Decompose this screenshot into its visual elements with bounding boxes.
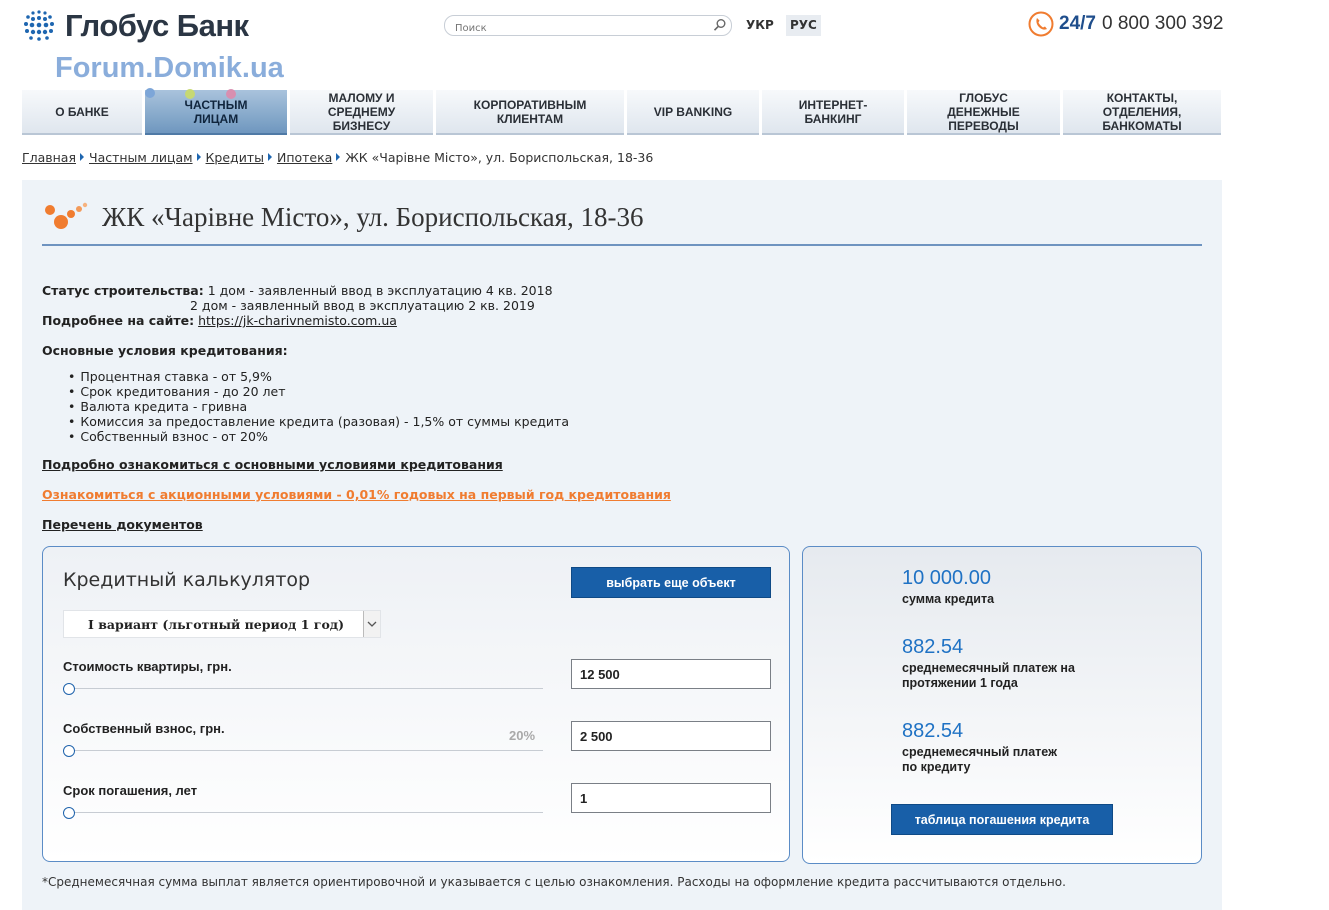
- variant-select[interactable]: I вариант (льготный период 1 год): [63, 610, 381, 638]
- status-line-1: 1 дом - заявленный ввод в эксплуатацию 4…: [207, 283, 553, 298]
- nav-item-7[interactable]: ГЛОБУС ДЕНЕЖНЫЕ ПЕРЕВОДЫ: [907, 90, 1060, 135]
- loan-amount-value: 10 000.00: [902, 567, 991, 589]
- repayment-table-button[interactable]: таблица погашения кредита: [891, 804, 1113, 835]
- promo-link[interactable]: Ознакомиться с акционными условиями - 0,…: [42, 487, 671, 502]
- status-label: Статус строительства:: [42, 283, 204, 298]
- breadcrumb: Главная Частным лицам Кредиты Ипотека ЖК «Ча…: [22, 150, 653, 165]
- nav-item-6[interactable]: ИНТЕРНЕТ-БАНКИНГ: [762, 90, 904, 135]
- condition-item: Комиссия за предоставление кредита (разо…: [68, 414, 569, 429]
- watermark: Forum.Domik.ua: [55, 52, 284, 84]
- nav-dot-green: [185, 89, 195, 99]
- price-slider-track[interactable]: [69, 688, 543, 689]
- monthly-payment-label-1: среднемесячный платеж: [902, 745, 1057, 759]
- site-link[interactable]: https://jk-charivnemisto.com.ua: [198, 313, 397, 328]
- page-title: ЖК «Чарівне Місто», ул. Бориспольская, 1…: [102, 201, 644, 232]
- monthly-first-year-value: 882.54: [902, 636, 964, 658]
- breadcrumb-private[interactable]: Частным лицам: [89, 150, 193, 165]
- monthly-first-year-label-1: среднемесячный платеж на: [902, 661, 1075, 675]
- main-nav: О БАНКЕ ЧАСТНЫМ ЛИЦАМ МАЛОМУ И СРЕДНЕМУ БИ…: [22, 90, 1222, 135]
- conditions-details-link[interactable]: Подробно ознакомиться с основными услови…: [42, 457, 503, 472]
- breadcrumb-credits[interactable]: Кредиты: [206, 150, 264, 165]
- status-line-2: 2 дом - заявленный ввод в эксплуатацию 2…: [190, 298, 535, 313]
- site-row: Подробнее на сайте: https://jk-charivnem…: [42, 313, 397, 328]
- nav-item-1[interactable]: О БАНКЕ: [22, 90, 142, 135]
- condition-item: Процентная ставка - от 5,9%: [68, 369, 569, 384]
- footnote: *Среднемесячная сумма выплат является ор…: [42, 875, 1066, 889]
- calculator-title: Кредитный калькулятор: [63, 569, 311, 591]
- bank-logo[interactable]: Глобус Банк: [21, 8, 249, 44]
- chevron-down-icon[interactable]: [363, 611, 380, 637]
- title-row: ЖК «Чарівне Місто», ул. Бориспольская, 1…: [42, 200, 644, 234]
- price-label: Стоимость квартиры, грн.: [63, 659, 232, 674]
- term-label: Срок погашения, лет: [63, 783, 198, 798]
- loan-amount-label: сумма кредита: [902, 592, 995, 606]
- monthly-first-year-label-2: протяжении 1 года: [902, 676, 1018, 690]
- monthly-payment-label-2: по кредиту: [902, 760, 971, 774]
- down-payment-input[interactable]: [571, 721, 771, 751]
- site-label: Подробнее на сайте:: [42, 313, 195, 328]
- breadcrumb-mortgage[interactable]: Ипотека: [277, 150, 332, 165]
- condition-item: Срок кредитования - до 20 лет: [68, 384, 569, 399]
- condition-item: Валюта кредита - гривна: [68, 399, 569, 414]
- condition-item: Собственный взнос - от 20%: [68, 429, 569, 444]
- hotline[interactable]: 24/7 0 800 300 392: [1028, 11, 1224, 37]
- nav-dot-pink: [226, 89, 236, 99]
- down-payment-slider-track[interactable]: [69, 750, 543, 751]
- term-slider-handle[interactable]: [63, 807, 75, 819]
- documents-link[interactable]: Перечень документов: [42, 517, 203, 532]
- nav-dot-blue: [145, 88, 155, 98]
- orange-dots-icon: [45, 202, 88, 229]
- term-slider-track[interactable]: [69, 812, 543, 813]
- credit-calculator: Кредитный калькулятор выбрать еще объект…: [42, 546, 790, 862]
- price-input[interactable]: [571, 659, 771, 689]
- breadcrumb-arrow-icon: [80, 153, 84, 161]
- choose-object-button[interactable]: выбрать еще объект: [571, 567, 771, 598]
- title-divider: [42, 244, 1202, 246]
- hotline-247: 24/7: [1059, 13, 1096, 34]
- price-slider-handle[interactable]: [63, 683, 75, 695]
- search-box[interactable]: [444, 15, 732, 38]
- bank-name: Глобус Банк: [65, 8, 249, 43]
- breadcrumb-arrow-icon: [196, 153, 201, 161]
- down-payment-label: Собственный взнос, грн.: [63, 721, 225, 736]
- nav-item-2[interactable]: ЧАСТНЫМ ЛИЦАМ: [145, 90, 287, 135]
- down-payment-slider-handle[interactable]: [63, 745, 75, 757]
- search-input[interactable]: [453, 19, 707, 38]
- breadcrumb-current: ЖК «Чарівне Місто», ул. Бориспольская, 1…: [345, 150, 654, 165]
- term-input[interactable]: [571, 783, 771, 813]
- conditions-list: Процентная ставка - от 5,9%Срок кредитов…: [68, 369, 569, 444]
- main-content: ЖК «Чарівне Місто», ул. Бориспольская, 1…: [22, 180, 1222, 910]
- breadcrumb-arrow-icon: [336, 153, 341, 161]
- variant-selected: I вариант (льготный период 1 год): [88, 617, 345, 632]
- lang-rus-link[interactable]: РУС: [786, 15, 821, 36]
- down-payment-percent: 20%: [509, 728, 536, 743]
- nav-item-8[interactable]: КОНТАКТЫ, ОТДЕЛЕНИЯ, БАНКОМАТЫ: [1063, 90, 1221, 135]
- breadcrumb-arrow-icon: [267, 153, 272, 161]
- monthly-payment-value: 882.54: [902, 720, 964, 742]
- search-icon[interactable]: [713, 18, 727, 32]
- lang-ukr-link[interactable]: УКР: [742, 15, 778, 36]
- globe-logo-icon: [24, 10, 54, 41]
- nav-item-3[interactable]: МАЛОМУ И СРЕДНЕМУ БИЗНЕСУ: [290, 90, 433, 135]
- status-row: Статус строительства: 1 дом - заявленный…: [42, 283, 553, 298]
- hotline-number: 0 800 300 392: [1101, 13, 1224, 34]
- conditions-title: Основные условия кредитования:: [42, 343, 288, 358]
- nav-item-5[interactable]: VIP BANKING: [627, 90, 759, 135]
- calculation-results: 10 000.00 сумма кредита 882.54 среднемес…: [802, 546, 1202, 864]
- breadcrumb-home[interactable]: Главная: [22, 150, 76, 165]
- nav-item-4[interactable]: КОРПОРАТИВНЫМ КЛИЕНТАМ: [436, 90, 624, 135]
- phone-icon: [1028, 11, 1054, 37]
